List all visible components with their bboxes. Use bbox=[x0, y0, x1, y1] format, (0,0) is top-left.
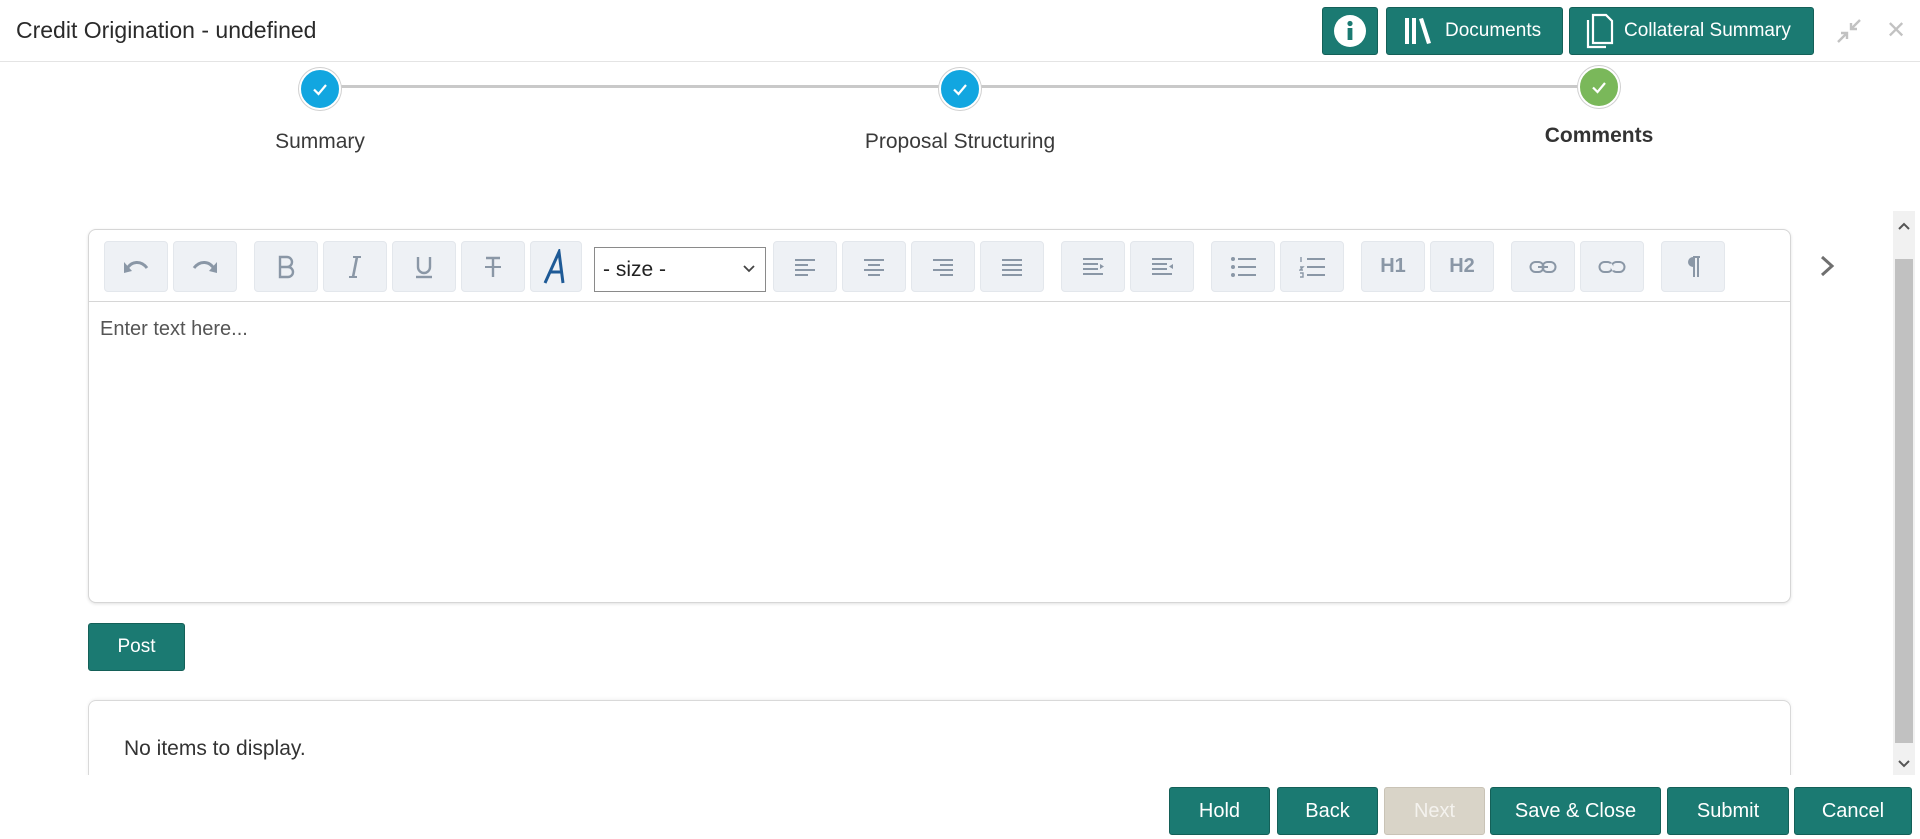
vertical-scrollbar[interactable] bbox=[1893, 211, 1915, 775]
step-proposal-structuring[interactable]: Proposal Structuring bbox=[810, 62, 1110, 154]
outdent-button[interactable] bbox=[1130, 241, 1194, 292]
pilcrow-icon bbox=[1688, 255, 1700, 277]
link-icon bbox=[1529, 260, 1557, 273]
next-button[interactable]: Next bbox=[1384, 787, 1485, 835]
bullet-list-button[interactable] bbox=[1211, 241, 1275, 292]
bullet-list-icon bbox=[1231, 256, 1256, 277]
step-label: Proposal Structuring bbox=[864, 130, 1056, 153]
font-style-button[interactable] bbox=[530, 241, 582, 292]
editor-toolbar: - size - H1 H2 bbox=[89, 230, 1835, 302]
scrollbar-thumb[interactable] bbox=[1895, 259, 1913, 743]
info-button[interactable] bbox=[1322, 7, 1378, 55]
strikethrough-button[interactable] bbox=[461, 241, 525, 292]
step-check-icon bbox=[1578, 66, 1620, 108]
editor-placeholder: Enter text here... bbox=[100, 318, 248, 340]
library-icon bbox=[1405, 18, 1431, 44]
info-icon bbox=[1334, 15, 1366, 47]
heading1-label: H1 bbox=[1380, 255, 1406, 277]
paragraph-button[interactable] bbox=[1661, 241, 1725, 292]
italic-button[interactable] bbox=[323, 241, 387, 292]
numbered-list-icon bbox=[1299, 256, 1325, 278]
align-right-button[interactable] bbox=[911, 241, 975, 292]
font-icon bbox=[543, 248, 565, 284]
strikethrough-icon bbox=[485, 256, 501, 277]
redo-icon bbox=[192, 260, 217, 273]
align-right-icon bbox=[933, 258, 953, 276]
step-check-icon bbox=[939, 68, 981, 110]
underline-icon bbox=[416, 256, 432, 278]
toolbar-more-button[interactable] bbox=[1815, 250, 1839, 282]
step-label: Comments bbox=[1544, 124, 1654, 147]
unlink-icon bbox=[1598, 260, 1626, 273]
post-button[interactable]: Post bbox=[88, 623, 185, 671]
align-left-button[interactable] bbox=[773, 241, 837, 292]
step-label: Summary bbox=[275, 130, 365, 153]
redo-button[interactable] bbox=[173, 241, 237, 292]
window-header: Credit Origination - undefined Documents… bbox=[0, 0, 1920, 62]
hold-button[interactable]: Hold bbox=[1169, 787, 1270, 835]
heading2-button[interactable]: H2 bbox=[1430, 241, 1494, 292]
indent-icon bbox=[1083, 257, 1104, 275]
window-title: Credit Origination - undefined bbox=[16, 17, 317, 43]
documents-label: Documents bbox=[1445, 20, 1542, 41]
justify-button[interactable] bbox=[980, 241, 1044, 292]
empty-message: No items to display. bbox=[124, 737, 306, 760]
save-close-button[interactable]: Save & Close bbox=[1490, 787, 1661, 835]
collateral-summary-button[interactable]: Collateral Summary bbox=[1569, 7, 1814, 55]
copy-document-icon bbox=[1586, 13, 1614, 49]
chevron-down-icon bbox=[743, 265, 755, 273]
align-center-button[interactable] bbox=[842, 241, 906, 292]
collateral-summary-label: Collateral Summary bbox=[1624, 20, 1791, 41]
documents-button[interactable]: Documents bbox=[1386, 7, 1563, 55]
align-center-icon bbox=[864, 258, 884, 276]
undo-button[interactable] bbox=[104, 241, 168, 292]
chevron-right-icon bbox=[1820, 255, 1835, 277]
italic-icon bbox=[349, 255, 361, 278]
heading2-label: H2 bbox=[1449, 255, 1475, 277]
remove-link-button[interactable] bbox=[1580, 241, 1644, 292]
scroll-down-icon[interactable] bbox=[1893, 753, 1915, 775]
outdent-icon bbox=[1152, 257, 1173, 275]
undo-icon bbox=[124, 260, 149, 273]
scroll-up-icon[interactable] bbox=[1893, 215, 1915, 237]
numbered-list-button[interactable] bbox=[1280, 241, 1344, 292]
heading1-button[interactable]: H1 bbox=[1361, 241, 1425, 292]
underline-button[interactable] bbox=[392, 241, 456, 292]
justify-icon bbox=[1002, 258, 1022, 276]
font-size-value: - size - bbox=[603, 257, 666, 281]
indent-button[interactable] bbox=[1061, 241, 1125, 292]
minimize-icon[interactable] bbox=[1836, 18, 1862, 44]
cancel-button[interactable]: Cancel bbox=[1794, 787, 1912, 835]
editor-text-area[interactable]: Enter text here... bbox=[89, 303, 1790, 602]
align-left-icon bbox=[795, 258, 815, 276]
step-summary[interactable]: Summary bbox=[170, 62, 470, 154]
action-footer: Hold Back Next Save & Close Submit Cance… bbox=[0, 775, 1920, 839]
bold-button[interactable] bbox=[254, 241, 318, 292]
comment-editor: - size - H1 H2 Enter text here... bbox=[88, 229, 1835, 603]
bold-icon bbox=[278, 255, 295, 278]
close-icon[interactable]: ✕ bbox=[1883, 18, 1909, 44]
progress-stepper: Summary Proposal Structuring Comments bbox=[0, 62, 1900, 172]
step-comments[interactable]: Comments bbox=[1449, 62, 1749, 148]
step-check-icon bbox=[299, 68, 341, 110]
back-button[interactable]: Back bbox=[1277, 787, 1378, 835]
font-size-select[interactable]: - size - bbox=[594, 247, 766, 292]
submit-button[interactable]: Submit bbox=[1667, 787, 1789, 835]
insert-link-button[interactable] bbox=[1511, 241, 1575, 292]
